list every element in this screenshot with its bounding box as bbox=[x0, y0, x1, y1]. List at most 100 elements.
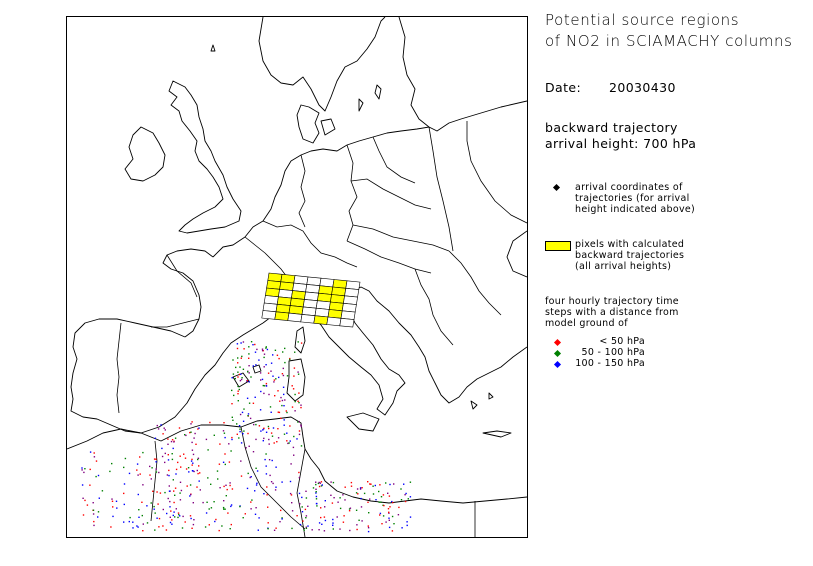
trajectory-point bbox=[247, 413, 250, 415]
trajectory-point bbox=[164, 452, 166, 455]
trajectory-point bbox=[169, 516, 171, 518]
trajectory-point bbox=[166, 512, 168, 515]
trajectory-point bbox=[156, 491, 158, 493]
trajectory-point bbox=[238, 388, 240, 391]
trajectory-point bbox=[367, 525, 369, 527]
trajectory-point bbox=[282, 367, 284, 370]
trajectory-point bbox=[280, 417, 282, 419]
trajectory-point bbox=[297, 373, 300, 375]
trajectory-point bbox=[173, 441, 175, 443]
trajectory-point bbox=[172, 447, 174, 450]
trajectory-point bbox=[190, 517, 192, 520]
trajectory-point bbox=[339, 497, 341, 499]
trajectory-point bbox=[92, 513, 95, 515]
trajectory-point bbox=[273, 529, 276, 531]
trajectory-point bbox=[289, 492, 292, 495]
trajectory-point bbox=[255, 364, 257, 366]
trajectory-point bbox=[225, 495, 227, 497]
trajectory-point bbox=[190, 460, 193, 462]
trajectory-point bbox=[262, 384, 264, 387]
trajectory-point bbox=[183, 453, 185, 455]
trajectory-point bbox=[155, 461, 157, 463]
trajectory-point bbox=[298, 433, 301, 436]
trajectory-point bbox=[233, 394, 235, 397]
trajectory-point bbox=[270, 432, 273, 434]
trajectory-point bbox=[174, 494, 176, 496]
trajectory-point bbox=[300, 404, 302, 406]
trajectory-point bbox=[111, 498, 113, 500]
trajectory-point bbox=[339, 528, 341, 530]
trajectory-point bbox=[129, 516, 131, 519]
steps-intro-line-2: steps with a distance from bbox=[545, 307, 679, 318]
trajectory-point bbox=[240, 475, 243, 477]
trajectory-point bbox=[150, 502, 152, 504]
trajectory-point bbox=[132, 527, 134, 529]
trajectory-point bbox=[256, 470, 259, 472]
trajectory-point bbox=[320, 516, 322, 519]
trajectory-point bbox=[224, 453, 226, 455]
trajectory-point bbox=[291, 502, 293, 504]
trajectory-point bbox=[272, 375, 274, 377]
trajectory-point bbox=[95, 460, 98, 462]
trajectory-point bbox=[255, 507, 257, 509]
trajectory-point bbox=[389, 483, 391, 486]
trajectory-point bbox=[289, 480, 292, 483]
trajectory-point bbox=[358, 519, 360, 521]
trajectory-point bbox=[194, 432, 196, 435]
trajectory-point bbox=[259, 409, 262, 411]
trajectory-point bbox=[171, 453, 173, 455]
trajectory-point bbox=[274, 349, 277, 351]
trajectory-point bbox=[297, 421, 299, 423]
trajectory-point bbox=[198, 427, 200, 429]
trajectory-point bbox=[246, 397, 249, 399]
trajectory-point bbox=[250, 341, 253, 343]
trajectory-point bbox=[248, 357, 250, 359]
trajectory-point bbox=[234, 377, 236, 380]
trajectory-point bbox=[156, 424, 158, 427]
trajectory-point bbox=[186, 485, 188, 487]
trajectory-point bbox=[344, 499, 346, 501]
trajectory-point bbox=[277, 428, 279, 430]
trajectory-point bbox=[255, 467, 257, 469]
pixel-cell bbox=[261, 310, 277, 320]
trajectory-point bbox=[251, 499, 253, 501]
trajectory-point bbox=[363, 492, 366, 495]
trajectory-point bbox=[247, 371, 249, 373]
trajectory-point bbox=[315, 498, 318, 500]
trajectory-point bbox=[128, 520, 130, 523]
trajectory-point bbox=[283, 419, 285, 421]
trajectory-point bbox=[343, 515, 345, 517]
legend-pixels: pixels with calculated backward trajecto… bbox=[575, 239, 684, 272]
trajectory-point bbox=[189, 431, 191, 434]
trajectory-point bbox=[257, 529, 259, 531]
trajectory-point bbox=[239, 413, 242, 416]
trajectory-point bbox=[81, 484, 84, 486]
legend-pixels-line-1: pixels with calculated bbox=[575, 239, 685, 250]
trajectory-point bbox=[323, 530, 326, 532]
trajectory-point bbox=[324, 500, 326, 502]
trajectory-point bbox=[388, 511, 390, 513]
trajectory-point bbox=[301, 506, 303, 508]
trajectory-point bbox=[298, 430, 301, 432]
trajectory-point bbox=[184, 521, 186, 523]
trajectory-point bbox=[243, 408, 245, 410]
trajectory-point bbox=[269, 474, 271, 477]
trajectory-point bbox=[171, 439, 174, 441]
trajectory-point bbox=[298, 476, 301, 479]
trajectory-point bbox=[199, 472, 201, 474]
trajectory-point bbox=[397, 514, 400, 516]
trajectory-point bbox=[153, 505, 155, 508]
trajectory-point bbox=[111, 500, 114, 502]
trajectory-point bbox=[382, 494, 385, 496]
trajectory-point bbox=[195, 443, 197, 445]
trajectory-point bbox=[387, 508, 390, 510]
trajectory-point bbox=[265, 346, 267, 348]
trajectory-point bbox=[137, 474, 139, 476]
trajectory-point bbox=[230, 450, 232, 452]
trajectory-point bbox=[240, 357, 242, 359]
trajectory-type: backward trajectory bbox=[545, 120, 678, 135]
trajectory-point bbox=[283, 433, 286, 435]
trajectory-point bbox=[180, 466, 182, 468]
trajectory-point bbox=[316, 505, 318, 507]
trajectory-point bbox=[142, 484, 144, 486]
